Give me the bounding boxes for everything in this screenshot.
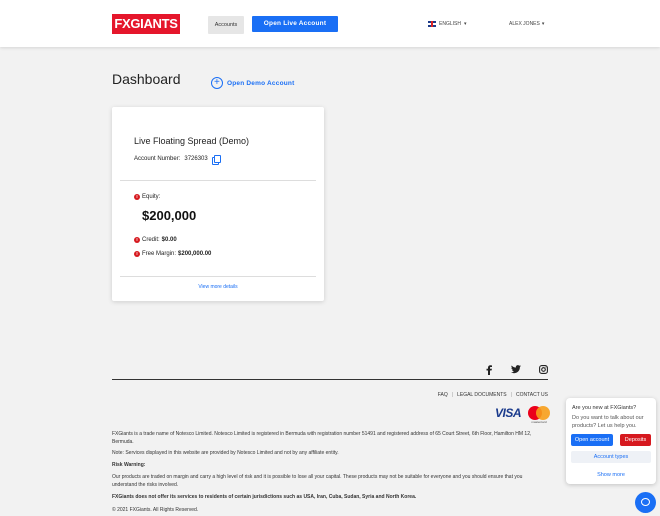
mastercard-logo: mastercard: [528, 406, 550, 424]
user-name: ALEX JONES: [509, 21, 540, 27]
chevron-down-icon: ▾: [463, 21, 467, 27]
info-icon[interactable]: !: [134, 237, 140, 243]
restriction-notice: FXGiants does not offer its services to …: [112, 493, 548, 501]
uk-flag-icon: [428, 21, 436, 27]
info-icon[interactable]: !: [134, 251, 140, 257]
chat-account-types-button[interactable]: Account types: [571, 451, 651, 463]
fxgiants-logo[interactable]: FXGIANTS: [112, 14, 180, 34]
equity-label: Equity:: [142, 194, 161, 200]
account-number-label: Account Number:: [134, 156, 181, 162]
info-icon[interactable]: !: [134, 194, 140, 200]
visa-logo: VISA: [495, 406, 522, 420]
faq-link[interactable]: FAQ: [438, 392, 448, 398]
instagram-icon[interactable]: [539, 365, 548, 376]
twitter-icon[interactable]: [511, 365, 521, 376]
user-menu[interactable]: ALEX JONES ▾: [509, 21, 544, 27]
open-demo-account-link[interactable]: + Open Demo Account: [211, 77, 294, 89]
chat-open-account-button[interactable]: Open account: [571, 434, 613, 446]
risk-warning-heading: Risk Warning:: [112, 461, 548, 469]
chat-question-help: Do you want to talk about our products? …: [572, 415, 644, 429]
account-card: Live Floating Spread (Demo) Account Numb…: [112, 107, 324, 301]
free-margin-value: $200,000.00: [178, 251, 212, 257]
link-separator: |: [451, 392, 454, 398]
accounts-button[interactable]: Accounts: [208, 16, 244, 34]
top-navbar: FXGIANTS Accounts Open Live Account ENGL…: [0, 0, 660, 47]
company-info-text: FXGiants is a trade name of Notesco Limi…: [112, 431, 532, 445]
chat-show-more-link[interactable]: Show more: [566, 472, 656, 478]
chevron-down-icon: ▾: [541, 21, 545, 27]
account-number-row: Account Number: 3726303: [134, 155, 221, 165]
footer-links: FAQ | LEGAL DOCUMENTS | CONTACT US: [438, 392, 548, 398]
free-margin-label: Free Margin:: [142, 251, 177, 257]
risk-warning-title: Risk Warning:: [112, 462, 146, 468]
credit-label: Credit:: [142, 237, 160, 243]
card-divider: [120, 180, 316, 181]
footer-divider: [112, 379, 548, 380]
open-demo-account-label: Open Demo Account: [227, 79, 295, 87]
equity-value: $200,000: [142, 208, 197, 223]
free-margin-row: ! Free Margin: $200,000.00: [134, 251, 211, 257]
chat-deposits-button[interactable]: Deposits: [620, 434, 651, 446]
restriction-text: FXGiants does not offer its services to …: [112, 494, 417, 500]
account-card-title: Live Floating Spread (Demo): [134, 136, 250, 146]
credit-row: ! Credit: $0.00: [134, 237, 177, 243]
risk-warning-text: Our products are traded on margin and ca…: [112, 474, 523, 488]
chat-bubble-icon[interactable]: [635, 492, 656, 513]
card-divider: [120, 276, 316, 277]
legal-documents-link[interactable]: LEGAL DOCUMENTS: [457, 392, 507, 398]
services-note-text: Note: Services displayed in this website…: [112, 450, 339, 456]
link-separator: |: [510, 392, 512, 398]
credit-value: $0.00: [161, 237, 177, 243]
chat-question-new: Are you new at FXGiants?: [572, 405, 637, 411]
account-number-value: 3726303: [184, 156, 208, 162]
plus-circle-icon: +: [211, 77, 223, 89]
mastercard-label: mastercard: [531, 420, 547, 424]
copy-icon[interactable]: [211, 155, 221, 165]
view-more-details-link[interactable]: View more details: [112, 284, 324, 290]
contact-us-link[interactable]: CONTACT US: [516, 392, 548, 398]
language-selector[interactable]: ENGLISH ▾: [428, 21, 466, 27]
page-title: Dashboard: [112, 71, 181, 87]
language-label: ENGLISH: [439, 21, 461, 27]
chat-popup: Are you new at FXGiants? Do you want to …: [566, 398, 656, 484]
equity-row: ! Equity:: [134, 194, 160, 200]
copyright-text: © 2021 FXGiants. All Rights Reserved.: [112, 507, 199, 513]
open-live-account-button[interactable]: Open Live Account: [252, 16, 338, 32]
facebook-icon[interactable]: [486, 365, 492, 377]
